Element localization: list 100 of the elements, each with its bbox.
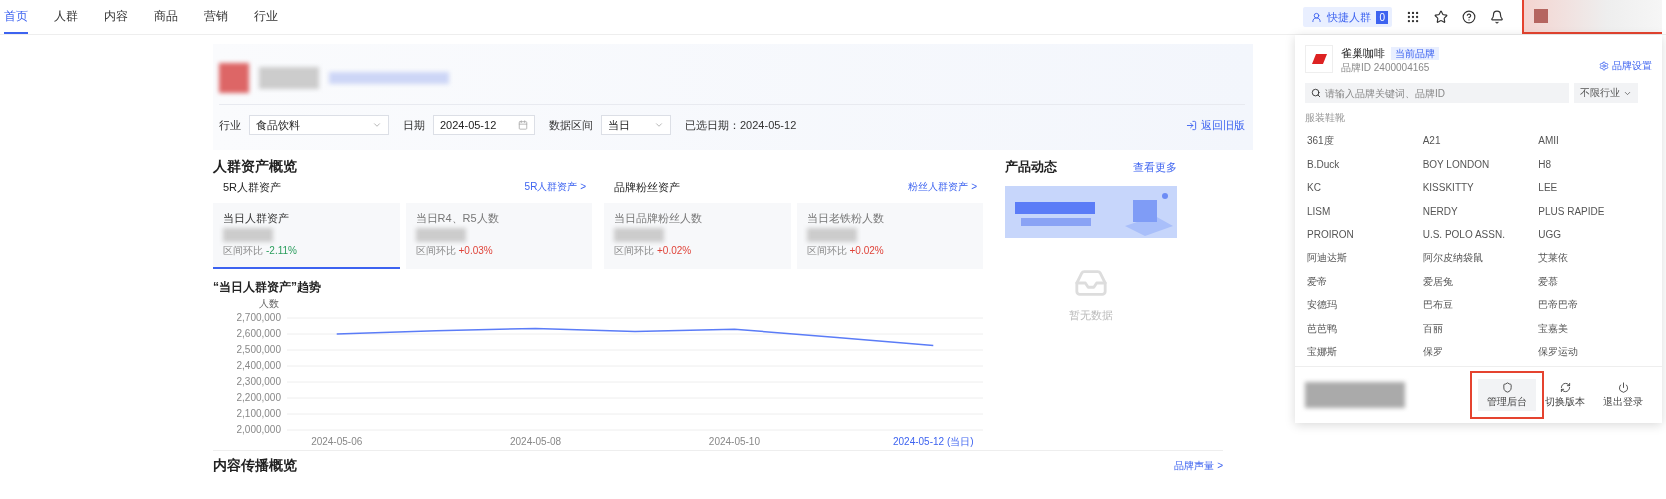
brand-item[interactable]: 巴布豆	[1420, 293, 1537, 317]
brand-id: 品牌ID 2400004165	[1341, 61, 1431, 75]
brand-item[interactable]: AMII	[1536, 129, 1652, 153]
brand-item[interactable]: PROIRON	[1305, 223, 1421, 247]
x-tick-label: 2024-05-12 (当日)	[893, 436, 974, 447]
quick-audience-button[interactable]: 快捷人群 0	[1303, 7, 1392, 27]
group-link[interactable]: 粉丝人群资产 >	[908, 180, 977, 195]
filter-label: 日期	[403, 117, 425, 133]
brand-item[interactable]: KC	[1305, 176, 1421, 200]
current-brand-badge: 当前品牌	[1391, 47, 1439, 60]
section-title: 产品动态	[1005, 158, 1057, 176]
brand-item[interactable]: 百丽	[1420, 317, 1537, 341]
search-icon	[1311, 88, 1321, 98]
brand-item[interactable]: H8	[1536, 152, 1652, 176]
brand-settings-link[interactable]: 品牌设置	[1599, 59, 1652, 73]
brand-item[interactable]: 爱慕	[1536, 270, 1652, 294]
select-field[interactable]: 食品饮料	[249, 115, 389, 135]
power-icon	[1617, 381, 1629, 393]
brand-item[interactable]: LEE	[1536, 176, 1652, 200]
metric-card[interactable]: 当日人群资产 区间环比 -2.11%	[213, 203, 400, 269]
brand-item[interactable]: 保罗	[1420, 340, 1537, 364]
brand-item[interactable]: 巴帝巴帝	[1536, 293, 1652, 317]
metric-card[interactable]: 当日老铁粉人数 区间环比 +0.02%	[796, 203, 983, 269]
select-field[interactable]: 当日	[601, 115, 671, 135]
brand-item[interactable]: KISSKITTY	[1420, 176, 1537, 200]
count-badge: 0	[1376, 10, 1388, 24]
star-icon[interactable]	[1434, 10, 1448, 24]
brand-item[interactable]: 保罗运动	[1536, 340, 1652, 364]
chart-title: “当日人群资产”趋势	[213, 279, 322, 296]
brand-search-field[interactable]: 请输入品牌关键词、品牌ID	[1305, 83, 1569, 103]
shield-icon	[1501, 381, 1513, 393]
brand-item[interactable]: U.S. POLO ASSN.	[1420, 223, 1537, 247]
brand-name	[259, 67, 319, 89]
brand-item[interactable]: BOY LONDON	[1420, 152, 1537, 176]
y-tick-label: 2,700,000	[236, 311, 281, 323]
refresh-icon	[1559, 381, 1571, 393]
y-tick-label: 2,400,000	[236, 359, 281, 371]
category-label: 服装鞋靴	[1305, 111, 1346, 125]
user-avatar[interactable]	[1522, 0, 1662, 34]
grid-icon[interactable]	[1406, 10, 1420, 24]
brand-item[interactable]: 宝嘉美	[1536, 317, 1652, 341]
group-link[interactable]: 5R人群资产 >	[524, 180, 586, 195]
brand-item[interactable]: 361度	[1305, 129, 1421, 153]
x-tick-label: 2024-05-10	[708, 436, 760, 447]
help-icon[interactable]	[1462, 10, 1476, 24]
y-tick-label: 2,300,000	[236, 375, 281, 387]
filter-label: 数据区间	[549, 117, 593, 133]
action-button[interactable]: 切换版本	[1536, 379, 1594, 411]
date-field[interactable]: 2024-05-12	[433, 115, 535, 135]
section-link[interactable]: 品牌声量 >	[1174, 459, 1223, 473]
metric-card[interactable]: 当日品牌粉丝人数 区间环比 +0.02%	[604, 203, 791, 269]
section-title: 人群资产概览	[213, 158, 298, 176]
empty-text: 暂无数据	[1069, 308, 1113, 323]
axis-title: 人数	[259, 298, 279, 309]
brand-item[interactable]: PLUS RAPIDE	[1536, 199, 1652, 223]
brand-item[interactable]: 艾莱依	[1536, 246, 1652, 270]
nav-tab[interactable]: 内容	[104, 0, 128, 34]
bell-icon[interactable]	[1490, 10, 1504, 24]
y-tick-label: 2,200,000	[236, 391, 281, 403]
y-tick-label: 2,600,000	[236, 327, 281, 339]
brand-item[interactable]: NERDY	[1420, 199, 1537, 223]
calendar-icon	[518, 120, 528, 130]
user-icon	[1311, 11, 1323, 23]
group-title: 5R人群资产	[223, 180, 282, 195]
filter-label: 行业	[219, 117, 241, 133]
action-button[interactable]: 管理后台	[1478, 379, 1536, 411]
brand-item[interactable]: 安德玛	[1305, 293, 1421, 317]
nav-tab[interactable]: 行业	[254, 0, 278, 34]
nav-tab[interactable]: 商品	[154, 0, 178, 34]
nav-tab[interactable]: 人群	[54, 0, 78, 34]
brand-logo	[219, 63, 249, 93]
y-tick-label: 2,500,000	[236, 343, 281, 355]
brand-item[interactable]: LISM	[1305, 199, 1421, 223]
back-link[interactable]: 返回旧版	[1186, 117, 1245, 133]
brand-logo	[1305, 45, 1333, 73]
exit-icon	[1186, 119, 1197, 131]
x-tick-label: 2024-05-08	[510, 436, 562, 447]
metric-card[interactable]: 当日R4、R5人数 区间环比 +0.03%	[405, 203, 592, 269]
x-tick-label: 2024-05-06	[311, 436, 363, 447]
y-tick-label: 2,000,000	[236, 423, 281, 435]
brand-item[interactable]: B.Duck	[1305, 152, 1421, 176]
action-button[interactable]: 退出登录	[1594, 379, 1652, 411]
selected-date: 已选日期：2024-05-12	[685, 117, 797, 133]
nav-tab[interactable]: 首页	[4, 0, 28, 34]
section-title: 内容传播概览	[213, 457, 297, 475]
brand-item[interactable]: 爱居兔	[1420, 270, 1537, 294]
nav-tab[interactable]: 营销	[204, 0, 228, 34]
brand-item[interactable]: UGG	[1536, 223, 1652, 247]
more-link[interactable]: 查看更多	[1133, 159, 1177, 175]
brand-item[interactable]: 宝娜斯	[1305, 340, 1421, 364]
brand-item[interactable]: A21	[1420, 129, 1537, 153]
y-tick-label: 2,100,000	[236, 407, 281, 419]
group-title: 品牌粉丝资产	[614, 180, 680, 195]
chevron-icon	[654, 120, 664, 130]
brand-item[interactable]: 阿迪达斯	[1305, 246, 1421, 270]
industry-select[interactable]: 不限行业	[1574, 83, 1638, 103]
brand-item[interactable]: 爱帝	[1305, 270, 1421, 294]
brand-item[interactable]: 芭芭鸭	[1305, 317, 1421, 341]
brand-item[interactable]: 阿尔皮纳袋鼠	[1420, 246, 1537, 270]
brand-name: 雀巢咖啡	[1341, 47, 1385, 59]
